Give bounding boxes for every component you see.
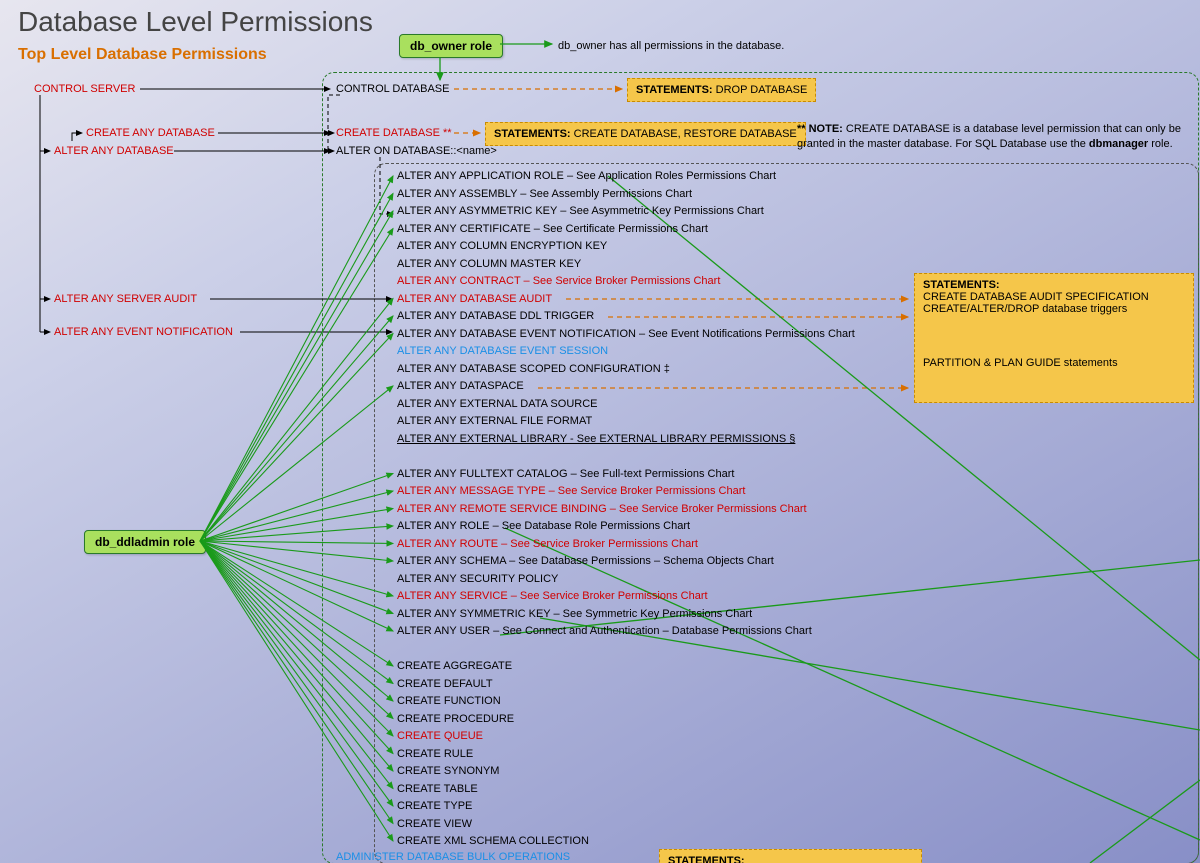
perm-row-11: ALTER ANY DATABASE SCOPED CONFIGURATION …: [397, 363, 670, 375]
perm-create-any-database: CREATE ANY DATABASE: [86, 127, 215, 139]
db-owner-role-box: db_owner role: [399, 34, 503, 58]
page-subtitle: Top Level Database Permissions: [18, 46, 267, 64]
perm-row-24: ALTER ANY SERVICE – See Service Broker P…: [397, 590, 708, 602]
perm-row-5: ALTER ANY COLUMN MASTER KEY: [397, 258, 581, 270]
perm-alter-any-server-audit: ALTER ANY SERVER AUDIT: [54, 293, 197, 305]
perm-row-38: CREATE XML SCHEMA COLLECTION: [397, 835, 589, 847]
perm-row-21: ALTER ANY ROUTE – See Service Broker Per…: [397, 538, 698, 550]
perm-control-server: CONTROL SERVER: [34, 83, 135, 95]
perm-row-13: ALTER ANY EXTERNAL DATA SOURCE: [397, 398, 598, 410]
db-owner-caption: db_owner has all permissions in the data…: [558, 40, 784, 52]
perm-row-7: ALTER ANY DATABASE AUDIT: [397, 293, 552, 305]
perm-row-35: CREATE TABLE: [397, 783, 478, 795]
perm-row-9: ALTER ANY DATABASE EVENT NOTIFICATION – …: [397, 328, 855, 340]
perm-row-8: ALTER ANY DATABASE DDL TRIGGER: [397, 310, 594, 322]
perm-row-20: ALTER ANY ROLE – See Database Role Permi…: [397, 520, 690, 532]
page-title: Database Level Permissions: [18, 6, 373, 38]
perm-administer-db-bulk-ops: ADMINISTER DATABASE BULK OPERATIONS: [336, 851, 570, 863]
perm-row-14: ALTER ANY EXTERNAL FILE FORMAT: [397, 415, 592, 427]
perm-alter-any-event-notification: ALTER ANY EVENT NOTIFICATION: [54, 326, 233, 338]
perm-row-12: ALTER ANY DATASPACE: [397, 380, 524, 392]
perm-row-36: CREATE TYPE: [397, 800, 472, 812]
perm-row-31: CREATE PROCEDURE: [397, 713, 514, 725]
perm-row-22: ALTER ANY SCHEMA – See Database Permissi…: [397, 555, 774, 567]
perm-row-2: ALTER ANY ASYMMETRIC KEY – See Asymmetri…: [397, 205, 764, 217]
perm-row-33: CREATE RULE: [397, 748, 473, 760]
perm-row-37: CREATE VIEW: [397, 818, 472, 830]
perm-row-29: CREATE DEFAULT: [397, 678, 493, 690]
perm-alter-any-database: ALTER ANY DATABASE: [54, 145, 174, 157]
perm-row-28: CREATE AGGREGATE: [397, 660, 512, 672]
perm-row-32: CREATE QUEUE: [397, 730, 483, 742]
perm-row-10: ALTER ANY DATABASE EVENT SESSION: [397, 345, 608, 357]
perm-row-3: ALTER ANY CERTIFICATE – See Certificate …: [397, 223, 708, 235]
perm-row-23: ALTER ANY SECURITY POLICY: [397, 573, 558, 585]
perm-row-18: ALTER ANY MESSAGE TYPE – See Service Bro…: [397, 485, 745, 497]
perm-row-6: ALTER ANY CONTRACT – See Service Broker …: [397, 275, 720, 287]
perm-row-0: ALTER ANY APPLICATION ROLE – See Applica…: [397, 170, 776, 182]
perm-row-17: ALTER ANY FULLTEXT CATALOG – See Full-te…: [397, 468, 734, 480]
perm-row-19: ALTER ANY REMOTE SERVICE BINDING – See S…: [397, 503, 807, 515]
perm-row-26: ALTER ANY USER – See Connect and Authent…: [397, 625, 812, 637]
perm-row-34: CREATE SYNONYM: [397, 765, 499, 777]
perm-row-30: CREATE FUNCTION: [397, 695, 501, 707]
perm-row-4: ALTER ANY COLUMN ENCRYPTION KEY: [397, 240, 607, 252]
perm-row-15: ALTER ANY EXTERNAL LIBRARY - See EXTERNA…: [397, 433, 795, 445]
perm-row-1: ALTER ANY ASSEMBLY – See Assembly Permis…: [397, 188, 692, 200]
perm-row-25: ALTER ANY SYMMETRIC KEY – See Symmetric …: [397, 608, 752, 620]
db-ddladmin-role-box: db_ddladmin role: [84, 530, 206, 554]
